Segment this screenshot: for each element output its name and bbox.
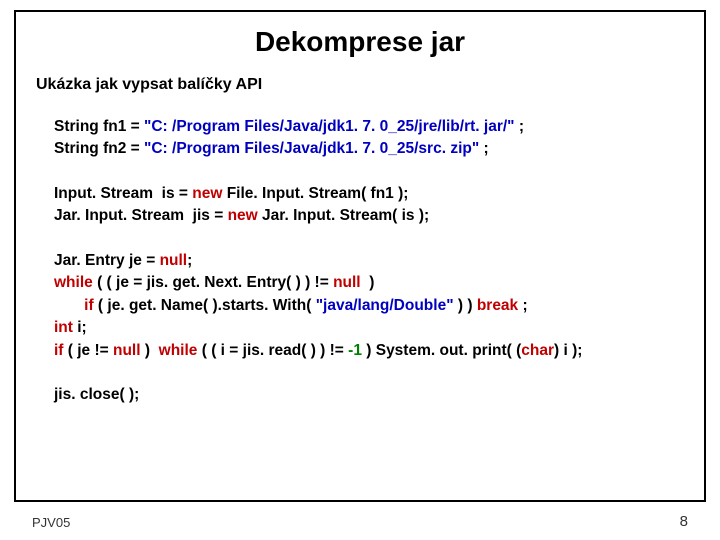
code-line: String fn2 = "C: /Program Files/Java/jdk… [54, 138, 684, 160]
content-frame: Dekomprese jar Ukázka jak vypsat balíčky… [14, 10, 706, 502]
code-line: if ( je != null ) while ( ( i = jis. rea… [54, 340, 684, 362]
slide-subtitle: Ukázka jak vypsat balíčky API [36, 76, 684, 94]
footer-label: PJV05 [32, 515, 70, 530]
code-line: Jar. Entry je = null; [54, 250, 684, 272]
slide: Dekomprese jar Ukázka jak vypsat balíčky… [0, 0, 720, 540]
code-line: Input. Stream is = new File. Input. Stre… [54, 183, 684, 205]
code-line: int i; [54, 317, 684, 339]
slide-title: Dekomprese jar [36, 26, 684, 58]
code-block: String fn1 = "C: /Program Files/Java/jdk… [36, 116, 684, 407]
code-line: jis. close( ); [54, 384, 684, 406]
code-line: Jar. Input. Stream jis = new Jar. Input.… [54, 205, 684, 227]
code-line: if ( je. get. Name( ).starts. With( "jav… [54, 295, 684, 317]
code-line: while ( ( je = jis. get. Next. Entry( ) … [54, 272, 684, 294]
page-number: 8 [680, 513, 688, 530]
code-line: String fn1 = "C: /Program Files/Java/jdk… [54, 116, 684, 138]
